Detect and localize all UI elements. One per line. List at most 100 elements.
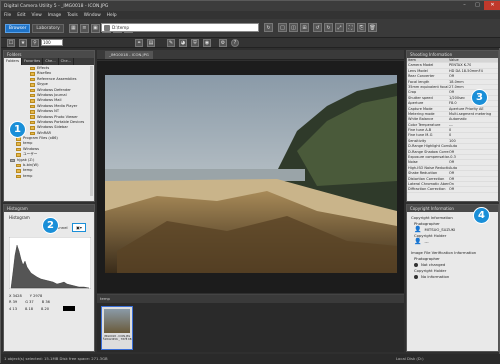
folder-icon — [30, 110, 35, 114]
camera-icon[interactable]: ◉ — [203, 38, 211, 47]
filter-icon[interactable]: ⚲ — [31, 38, 39, 47]
status-dot-icon — [414, 263, 418, 267]
trash-icon[interactable]: 🗑 — [368, 23, 377, 32]
folder-icon — [30, 120, 35, 125]
rating-icon[interactable]: ★ — [19, 38, 27, 47]
app-window: Digital Camera Utility 5 - _IMG0018 - IC… — [0, 0, 500, 364]
table-row: Diffraction Correction Off — [407, 187, 498, 193]
folder-icon — [30, 93, 35, 98]
link-icon[interactable]: ⚭ — [135, 38, 143, 47]
shield-icon[interactable]: ⛨ — [191, 38, 199, 47]
viewer-tabbar: _IMG0018 - ICON.JPG — [97, 50, 404, 60]
tree-item[interactable]: temp — [16, 174, 94, 179]
tab-check-2[interactable]: Che... — [59, 58, 75, 65]
menu-bar: File Edit View Image Tools Window Help — [1, 11, 500, 19]
folder-icon — [30, 126, 35, 130]
thumbnail-header: temp — [97, 295, 404, 303]
verif-holder-row: No information — [411, 274, 494, 280]
edit-icon[interactable]: ✎ — [167, 38, 175, 47]
callout-badge-4: 4 — [473, 207, 490, 224]
viewer-tab[interactable]: _IMG0018 - ICON.JPG — [105, 51, 153, 59]
folder-icon — [30, 104, 35, 109]
refresh-icon[interactable]: ↻ — [264, 23, 273, 32]
shooting-table: Item Value Camera Model PENTAX K-70 Lens M… — [407, 58, 498, 193]
thumbnail-item[interactable]: _IMG0018 - ICON.JPG 5184x3456 _ 7878 KB — [101, 306, 133, 350]
menu-edit[interactable]: Edit — [17, 13, 25, 18]
address-bar[interactable]: D:\temp — [101, 23, 259, 32]
size-field[interactable]: 100 — [41, 39, 63, 46]
folder-icon — [16, 142, 21, 146]
window-controls: – □ ✕ — [458, 1, 500, 10]
copyright-panel: Copyright Information Copyright Informat… — [406, 204, 499, 352]
view-list-icon[interactable]: ≡ — [79, 23, 89, 33]
folder-icon — [30, 72, 35, 76]
shooting-info-panel: Shooting Information Item Value Camera Mo… — [406, 50, 499, 202]
fullscreen-icon[interactable]: ⛶ — [346, 23, 355, 32]
folder-view-icon[interactable]: ▤ — [147, 38, 155, 47]
person-icon: 👤 — [414, 238, 422, 245]
folders-panel: Folders Folders Favorites Che... Che... … — [3, 50, 95, 202]
single-view-icon[interactable]: □ — [278, 23, 287, 32]
folder-icon — [30, 77, 35, 82]
title-bar: Digital Camera Utility 5 - _IMG0018 - IC… — [1, 1, 500, 11]
folder-icon — [16, 174, 21, 179]
rotate-right-icon[interactable]: ↻ — [324, 23, 333, 32]
fit-icon[interactable]: ⤢ — [335, 23, 344, 32]
tab-check-1[interactable]: Che... — [43, 58, 59, 65]
preview-image — [105, 75, 397, 273]
shooting-header: Shooting Information — [407, 51, 498, 58]
folder-icon — [30, 131, 35, 136]
status-dot-icon — [414, 275, 418, 279]
callout-badge-3: 3 — [471, 89, 488, 106]
gear-icon[interactable]: ⚙ — [219, 38, 227, 47]
thumbnail-info: 5184x3456 _ 7878 KB — [103, 338, 132, 341]
menu-help[interactable]: Help — [107, 13, 117, 18]
thumbnail-strip: temp _IMG0018 - ICON.JPG 5184x3456 _ 787… — [97, 294, 404, 352]
folder-scrollbar[interactable] — [90, 66, 93, 196]
folder-icon — [30, 99, 35, 103]
color-swatch — [63, 306, 76, 311]
toolbar-right-group: ↻ □ ◫ ⊞ ↺ ↻ ⤢ ⛶ ⎘ 🗑 — [262, 23, 377, 32]
folder-icon — [16, 169, 21, 173]
view-grid-icon[interactable]: ▦ — [68, 23, 78, 33]
tab-folders[interactable]: Folders — [4, 58, 22, 65]
color-icon[interactable]: ◕ — [179, 38, 187, 47]
callout-badge-1: 1 — [9, 121, 26, 138]
browser-button[interactable]: Browser — [5, 23, 31, 33]
menu-image[interactable]: Image — [48, 13, 61, 18]
secondary-toolbar: ☐ ★ ⚲ 100 ⚭ ▤ ✎ ◕ ⛨ ◉ ⚙ ? — [1, 38, 500, 48]
maximize-button[interactable]: □ — [471, 1, 484, 10]
status-text: 1 object(s) selected: 15.1MB Disk free s… — [4, 356, 108, 361]
close-button[interactable]: ✕ — [484, 1, 500, 10]
address-text: D:\temp — [112, 25, 130, 30]
multi-view-icon[interactable]: ⊞ — [300, 23, 309, 32]
compare-view-icon[interactable]: ◫ — [289, 23, 298, 32]
folder-icon — [30, 115, 35, 119]
folder-icon — [30, 88, 35, 92]
thumbnail-image — [104, 309, 130, 333]
channel-select[interactable]: ▣▾ — [72, 223, 86, 232]
folders-tabs: Folders Favorites Che... Che... — [4, 58, 94, 65]
select-all-icon[interactable]: ☐ — [7, 38, 15, 47]
folder-icon — [16, 147, 21, 152]
image-viewer[interactable] — [97, 61, 404, 293]
help-icon[interactable]: ? — [231, 38, 239, 47]
rotate-left-icon[interactable]: ↺ — [313, 23, 322, 32]
holder-value: --- — [424, 239, 429, 244]
menu-window[interactable]: Window — [84, 13, 101, 18]
laboratory-button[interactable]: Laboratory — [32, 23, 64, 33]
folder-icon — [16, 163, 21, 168]
menu-view[interactable]: View — [32, 13, 42, 18]
histogram-chart — [9, 237, 91, 289]
menu-file[interactable]: File — [4, 13, 11, 18]
histogram-header: Histogram — [4, 205, 94, 212]
holder-row: 👤 --- — [411, 239, 494, 245]
drive-icon — [104, 25, 110, 31]
tab-favorites[interactable]: Favorites — [22, 58, 44, 65]
copy-icon[interactable]: ⎘ — [357, 23, 366, 32]
folders-header: Folders — [4, 51, 94, 58]
minimize-button[interactable]: – — [458, 1, 471, 10]
view-image-icon[interactable]: ▣ — [90, 23, 100, 33]
menu-tools[interactable]: Tools — [67, 13, 78, 18]
histogram-panel: Histogram Histogram Channel ▣▾ X 3428 Y 2… — [3, 204, 95, 352]
